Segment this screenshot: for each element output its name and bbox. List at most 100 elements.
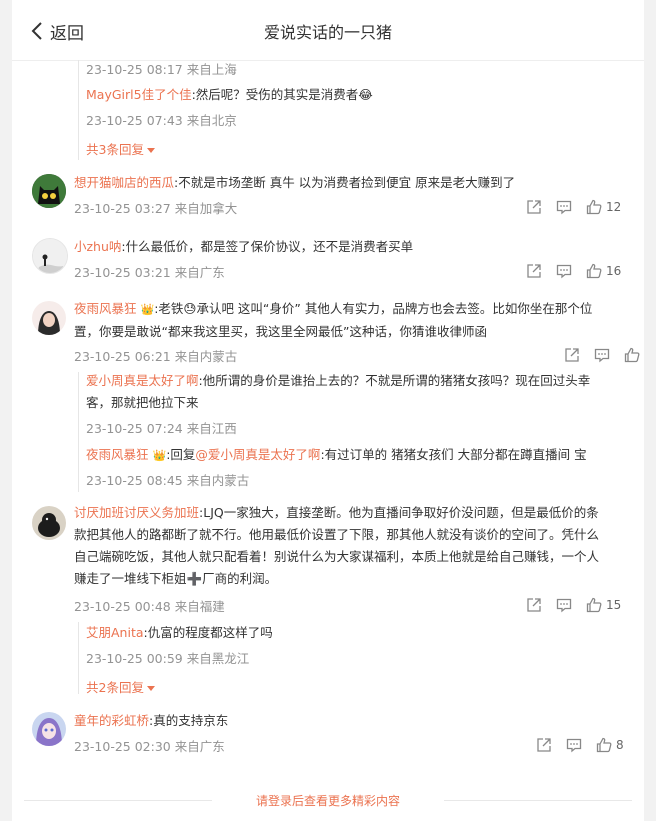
comment-icon — [594, 348, 610, 363]
reply-text: :他所谓的身价是谁抬上去的？不就是所谓的猪猪女孩吗？现在回过头幸 — [198, 373, 591, 388]
thumbs-up-icon — [596, 737, 612, 753]
share-button[interactable] — [526, 263, 542, 279]
more-replies-link[interactable]: 共2条回复 — [86, 677, 155, 696]
comment-actions: 15 — [512, 596, 621, 614]
thumbs-up-icon — [586, 597, 602, 613]
comment-author-link[interactable]: 夜雨风暴狂 — [74, 301, 137, 316]
comment-button[interactable] — [556, 597, 572, 613]
share-icon — [527, 264, 541, 278]
comment-icon — [556, 598, 572, 613]
reply-text: :有过订单的 猪猪女孩们 大部分都在蹲直播间 宝 — [320, 447, 587, 462]
share-button[interactable] — [526, 199, 542, 215]
crown-badge-icon: 👑 — [152, 449, 167, 462]
mention-link[interactable]: @爱小周真是太好了啊 — [195, 447, 320, 462]
thumbs-up-icon — [586, 199, 602, 215]
caret-down-icon — [146, 686, 155, 691]
thumbs-up-icon — [624, 347, 640, 363]
reply-content: MayGirl5佳了个佳:然后呢？受伤的其实是消费者😂 — [86, 84, 373, 106]
like-count: 8 — [616, 738, 624, 752]
login-prompt-link[interactable]: 请登录后查看更多精彩内容 — [12, 792, 644, 809]
comment-text: :什么最低价，都是签了保价协议，还不是消费者买单 — [121, 239, 414, 254]
sweat-emoji-icon: 😓 — [183, 301, 197, 316]
comment-text: :不就是市场垄断 真牛 以为消费者捡到便宜 原来是老大赚到了 — [174, 175, 516, 190]
comment-text: 厂商的利润。 — [202, 571, 278, 586]
comment-author-link[interactable]: 童年的彩虹桥 — [74, 713, 149, 728]
comment-content: 童年的彩虹桥:真的支持京东 — [74, 710, 634, 732]
reply-meta: 23-10-25 07:43 来自北京 — [86, 113, 237, 128]
comment-text: 赚走了一堆线下柜姐 — [74, 571, 187, 586]
reply-meta: 23-10-25 08:17 来自上海 — [86, 62, 237, 77]
comment-meta: 23-10-25 06:21 来自内蒙古 — [74, 349, 238, 364]
reply-content: 爱小周真是太好了啊:他所谓的身价是谁抬上去的？不就是所谓的猪猪女孩吗？现在回过头… — [86, 370, 634, 414]
comment-icon — [556, 264, 572, 279]
portrait-avatar-icon — [32, 301, 66, 335]
thumbs-up-icon — [586, 263, 602, 279]
avatar[interactable] — [32, 238, 68, 274]
like-button[interactable]: 16 — [586, 263, 621, 279]
reply-content: 艾朋Anita:仇富的程度都这样了吗 — [86, 622, 273, 644]
like-button[interactable]: 12 — [586, 199, 621, 215]
share-icon — [527, 200, 541, 214]
more-replies-link[interactable]: 共3条回复 — [86, 139, 155, 158]
pet-avatar-icon — [32, 506, 66, 540]
avatar[interactable] — [32, 301, 66, 335]
comment-button[interactable] — [594, 347, 610, 363]
plus-emoji-icon: ➕ — [186, 571, 203, 586]
top-bar: 返回 爱说实话的一只猪 — [12, 0, 644, 61]
share-button[interactable] — [536, 737, 552, 753]
comment-button[interactable] — [556, 263, 572, 279]
share-button[interactable] — [526, 597, 542, 613]
avatar[interactable] — [32, 174, 66, 208]
comment-author-link[interactable]: 想开猫咖店的西瓜 — [74, 175, 174, 190]
reply-text: :然后呢？受伤的其实是消费者 — [191, 87, 359, 102]
comment-text: 款把其他人的路都断了就不行。他用最低价设置了下限，那其他人就没有谈价的空间了。凭… — [74, 527, 600, 542]
share-icon — [565, 348, 579, 362]
comment-author-link[interactable]: 讨厌加班讨厌义务加班 — [74, 505, 199, 520]
comment-text: 承认吧 这叫“身价” 其他人有实力，品牌方也会去签。比如你坐在那个位 — [196, 301, 593, 316]
comment-author-link[interactable]: 小zhu呐 — [74, 239, 121, 254]
comment-content: 夜雨风暴狂 👑:老铁😓承认吧 这叫“身价” 其他人有实力，品牌方也会去签。比如你… — [74, 298, 634, 343]
share-icon — [537, 738, 551, 752]
comment-button[interactable] — [556, 199, 572, 215]
comment-meta: 23-10-25 02:30 来自广东 — [74, 739, 225, 754]
comment-meta: 23-10-25 03:27 来自加拿大 — [74, 201, 238, 216]
comment-content: 想开猫咖店的西瓜:不就是市场垄断 真牛 以为消费者捡到便宜 原来是老大赚到了 — [74, 172, 634, 194]
reply-text: :回复 — [166, 447, 196, 462]
comment-content: 小zhu呐:什么最低价，都是签了保价协议，还不是消费者买单 — [74, 236, 634, 258]
comment-meta: 23-10-25 00:48 来自福建 — [74, 599, 225, 614]
avatar[interactable] — [32, 506, 66, 540]
anime-avatar-icon — [32, 712, 66, 746]
avatar[interactable] — [32, 712, 66, 746]
share-icon — [527, 598, 541, 612]
like-button[interactable]: 8 — [596, 737, 624, 753]
comment-meta: 23-10-25 03:21 来自广东 — [74, 265, 225, 280]
caret-down-icon — [146, 148, 155, 153]
reply-content: 夜雨风暴狂 👑:回复@爱小周真是太好了啊:有过订单的 猪猪女孩们 大部分都在蹲直… — [86, 444, 634, 467]
reply-text: :仇富的程度都这样了吗 — [143, 625, 273, 640]
comment-text: :老铁 — [154, 301, 184, 316]
reply-meta: 23-10-25 00:59 来自黑龙江 — [86, 651, 250, 666]
comment-actions: 16 — [512, 262, 621, 280]
comment-actions: 12 — [512, 198, 621, 216]
like-button[interactable]: 15 — [586, 597, 621, 613]
reply-author-link[interactable]: 爱小周真是太好了啊 — [86, 373, 199, 388]
share-button[interactable] — [564, 347, 580, 363]
comment-text: 自己端碗吃饭，其他人就只配看着！别说什么为大家谋福利，本质上他就是给自己赚钱，一… — [74, 549, 600, 564]
page: 返回 爱说实话的一只猪 23-10-25 08:17 来自上海 MayGirl5… — [12, 0, 644, 821]
reply-author-link[interactable]: MayGirl5佳了个佳 — [86, 87, 192, 102]
comment-icon — [556, 200, 572, 215]
laugh-emoji-icon: 😂 — [358, 87, 373, 102]
comment-text: :LJQ一家独大，直接垄断。他为直播间争取好价没问题，但是最低价的条 — [199, 505, 599, 520]
like-button[interactable] — [624, 347, 640, 363]
comment-button[interactable] — [566, 737, 582, 753]
reply-author-link[interactable]: 夜雨风暴狂 — [86, 447, 149, 462]
reply-author-link[interactable]: 艾朋Anita — [86, 625, 144, 640]
crown-badge-icon: 👑 — [140, 303, 155, 316]
like-count: 16 — [606, 264, 622, 278]
comment-content: 讨厌加班讨厌义务加班:LJQ一家独大，直接垄断。他为直播间争取好价没问题，但是最… — [74, 502, 634, 590]
reply-meta: 23-10-25 07:24 来自江西 — [86, 421, 237, 436]
reply-thread-line — [78, 372, 79, 492]
like-count: 12 — [606, 200, 622, 214]
reply-thread-line — [78, 60, 79, 160]
comment-text: :真的支持京东 — [149, 713, 229, 728]
